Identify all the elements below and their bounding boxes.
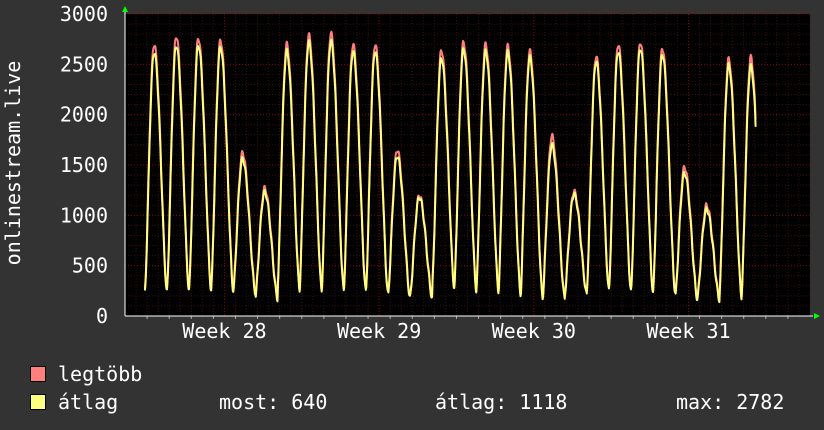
y-tick-label: 2000 [60, 103, 108, 127]
y-axis-label: onlinestream.live [1, 61, 25, 266]
x-tick-label: Week 28 [182, 319, 266, 340]
y-tick-label: 1000 [60, 203, 108, 227]
legend-label-avg: átlag [58, 390, 119, 414]
y-tick-label: 2500 [60, 52, 108, 76]
y-tick-label: 1500 [60, 153, 108, 177]
legend-swatch-max [30, 366, 46, 382]
y-tick-label: 0 [96, 304, 108, 328]
stat-max: max: 2782 [676, 390, 785, 414]
chart: 0 500 1000 1500 2000 2500 3000 Week 28 Week 29 We… [0, 0, 824, 340]
x-tick-label: Week 30 [492, 319, 576, 340]
stat-average: átlag: 1118 [435, 390, 568, 414]
stat-now: most: 640 [219, 390, 328, 414]
y-tick-label: 3000 [60, 2, 108, 26]
y-tick-label: 500 [72, 254, 108, 278]
x-tick-label: Week 31 [646, 319, 730, 340]
x-axis-arrow [814, 313, 820, 319]
x-tick-label: Week 29 [337, 319, 421, 340]
chart-svg: 0 500 1000 1500 2000 2500 3000 Week 28 Week 29 We… [1, 2, 820, 340]
y-axis-arrow [122, 6, 128, 12]
legend-swatch-avg [30, 394, 46, 410]
legend-label-max: legtöbb [58, 362, 143, 386]
